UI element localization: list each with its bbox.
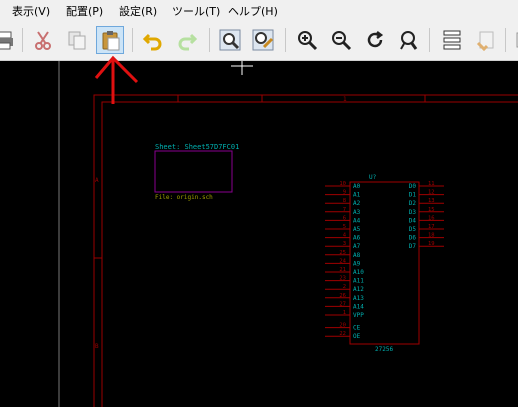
annotation-arrow bbox=[94, 55, 139, 104]
